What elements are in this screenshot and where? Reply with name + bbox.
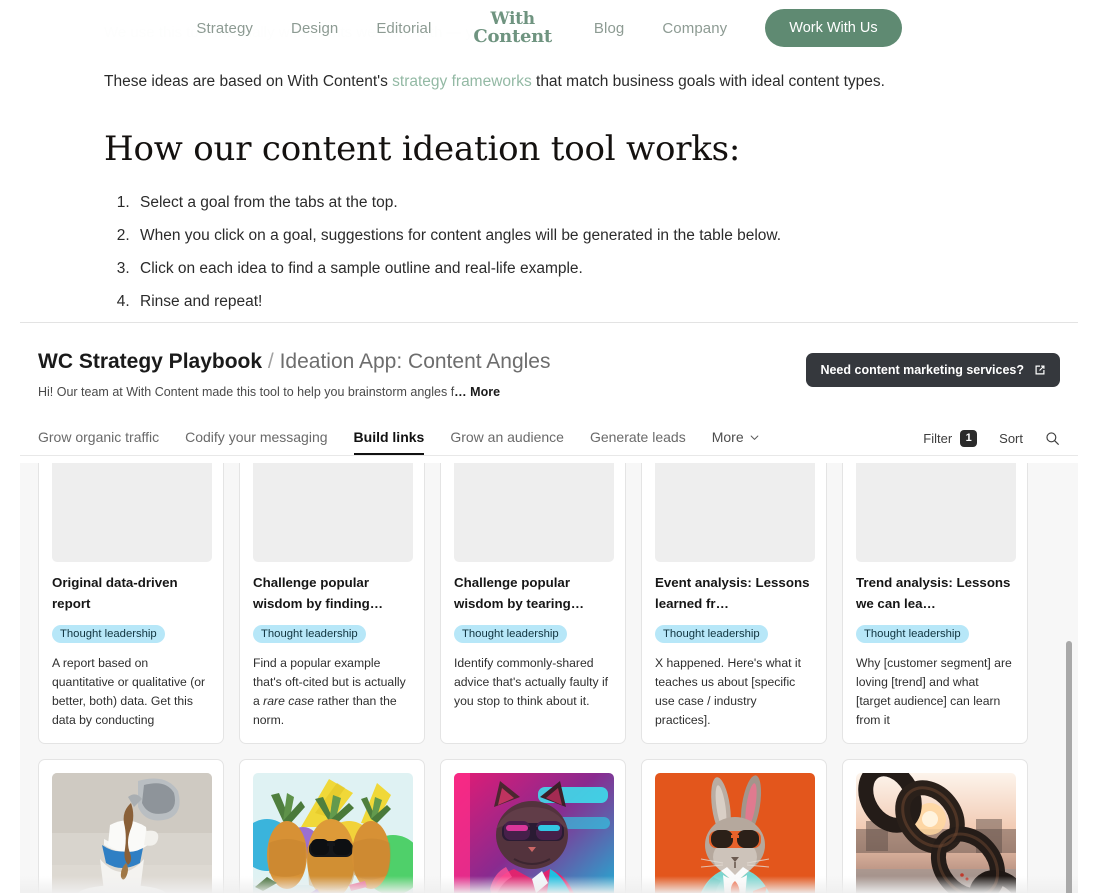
card-tags: Thought leadership	[52, 625, 210, 644]
nav-link-editorial[interactable]: Editorial	[376, 20, 431, 37]
card-thumbnail	[253, 463, 413, 562]
app-subtitle-ellipsis: …	[454, 385, 467, 400]
section-heading: How our content ideation tool works:	[104, 129, 741, 170]
card-tags: Thought leadership	[655, 625, 813, 644]
tag-thought-leadership[interactable]: Thought leadership	[52, 625, 165, 644]
card-grid: Original data-driven report Thought lead…	[38, 463, 1028, 893]
nav-link-strategy[interactable]: Strategy	[196, 20, 253, 37]
card-title: Trend analysis: Lessons we can lea…	[856, 575, 1011, 611]
tag-thought-leadership[interactable]: Thought leadership	[253, 625, 366, 644]
card-thumbnail-rabbit-in-teal-suit-on-orange	[655, 772, 815, 893]
subtitle-more-button[interactable]: More	[470, 385, 500, 399]
nav-link-blog[interactable]: Blog	[594, 20, 624, 37]
tab-codify-your-messaging[interactable]: Codify your messaging	[185, 421, 327, 455]
list-item: When you click on a goal, suggestions fo…	[134, 224, 1060, 248]
list-item: Click on each idea to find a sample outl…	[134, 257, 1060, 281]
card-desc-a: Identify commonly-shared advice that's a…	[454, 656, 609, 709]
card-thumbnail-rusty-chain-links-at-sunset	[856, 772, 1016, 893]
tag-thought-leadership[interactable]: Thought leadership	[856, 625, 969, 644]
list-item: Rinse and repeat!	[134, 290, 1060, 314]
filter-label: Filter	[923, 430, 953, 446]
app-subtitle-text: Hi! Our team at With Content made this t…	[38, 385, 455, 400]
ideation-app-embed: WC Strategy Playbook / Ideation App: Con…	[20, 322, 1078, 893]
card-desc-italic: rare case	[263, 694, 314, 709]
chevron-down-icon	[750, 435, 758, 440]
card-description: A report based on quantitative or qualit…	[52, 654, 210, 730]
card-thumbnail	[655, 463, 815, 562]
idea-card[interactable]: Original data-driven report Thought lead…	[38, 463, 224, 744]
gallery-vertical-scrollbar[interactable]	[1066, 641, 1072, 893]
app-header: WC Strategy Playbook / Ideation App: Con…	[20, 323, 1078, 402]
idea-card-gallery[interactable]: Original data-driven report Thought lead…	[20, 463, 1078, 893]
card-desc-a: A report based on quantitative or qualit…	[52, 656, 206, 727]
external-link-icon	[1035, 365, 1045, 375]
work-with-us-button[interactable]: Work With Us	[765, 9, 902, 47]
list-item: Select a goal from the tabs at the top.	[134, 191, 1060, 215]
sort-button[interactable]: Sort	[999, 431, 1023, 446]
tab-more[interactable]: More	[712, 421, 759, 455]
idea-card[interactable]: Opinion: How X will [predicted effect] T…	[440, 758, 626, 893]
idea-card[interactable]: How-to according to experts SEO Thought …	[641, 758, 827, 893]
lede-text-after: that match business goals with ideal con…	[531, 73, 885, 90]
nav-link-design[interactable]: Design	[291, 20, 338, 37]
filter-button[interactable]: Filter 1	[923, 429, 978, 447]
card-thumbnail	[856, 463, 1016, 562]
card-desc-a: X happened. Here's what it teaches us ab…	[655, 656, 801, 727]
need-content-marketing-services-button[interactable]: Need content marketing services?	[806, 353, 1060, 387]
tab-generate-leads[interactable]: Generate leads	[590, 421, 686, 455]
page-root: We use this tool internally with clients…	[0, 0, 1098, 893]
card-title: Challenge popular wisdom by tearing…	[454, 575, 585, 611]
card-thumbnail	[454, 463, 614, 562]
card-description: Identify commonly-shared advice that's a…	[454, 654, 612, 711]
filter-count-badge: 1	[960, 429, 978, 447]
card-thumbnail-neon-cat-wearing-sunglasses	[454, 772, 614, 893]
card-description: Find a popular example that's oft-cited …	[253, 654, 411, 730]
breadcrumb-current-page: Ideation App: Content Angles	[279, 350, 551, 373]
search-icon[interactable]	[1045, 431, 1060, 446]
site-navigation-bar: Strategy Design Editorial With Content B…	[0, 0, 1098, 56]
card-thumbnail-pineapples-with-party-hats-and-sunglasses	[253, 772, 413, 893]
nav-link-company[interactable]: Company	[662, 20, 727, 37]
tag-thought-leadership[interactable]: Thought leadership	[655, 625, 768, 644]
card-description: Why [customer segment] are loving [trend…	[856, 654, 1014, 730]
article-lede: These ideas are based on With Content's …	[104, 70, 1060, 93]
with-content-logo[interactable]: With Content	[469, 11, 556, 47]
card-desc-a: Why [customer segment] are loving [trend…	[856, 656, 1012, 727]
card-tags: Thought leadership	[253, 625, 411, 644]
card-tags: Thought leadership	[856, 625, 1014, 644]
card-thumbnail	[52, 463, 212, 562]
how-it-works-list: Select a goal from the tabs at the top. …	[134, 191, 1060, 314]
app-toolbar: Filter 1 Sort	[923, 421, 1060, 455]
idea-card[interactable]: Success analysis: Lessons we can lea… Th…	[239, 758, 425, 893]
goal-tabs: Grow organic traffic Codify your messagi…	[38, 421, 759, 456]
card-title: Original data-driven report	[52, 575, 178, 611]
card-tags: Thought leadership	[454, 625, 612, 644]
breadcrumb-playbook[interactable]: WC Strategy Playbook	[38, 350, 262, 373]
card-description: X happened. Here's what it teaches us ab…	[655, 654, 813, 730]
card-title: Event analysis: Lessons learned fr…	[655, 575, 810, 611]
card-thumbnail-coffee-spilling-into-broken-cup	[52, 772, 212, 893]
idea-card[interactable]: How-to despite [constraint] SEO Thought …	[842, 758, 1028, 893]
idea-card[interactable]: Challenge popular wisdom by finding… Tho…	[239, 463, 425, 744]
card-title: Challenge popular wisdom by finding…	[253, 575, 384, 611]
tab-build-links[interactable]: Build links	[353, 421, 425, 456]
app-tab-bar: Grow organic traffic Codify your messagi…	[20, 422, 1078, 456]
tab-grow-an-audience[interactable]: Grow an audience	[450, 421, 564, 455]
tab-more-label: More	[711, 429, 744, 446]
need-button-label: Need content marketing services?	[820, 363, 1024, 377]
tag-thought-leadership[interactable]: Thought leadership	[454, 625, 567, 644]
sort-label: Sort	[999, 430, 1023, 446]
breadcrumb-separator: /	[267, 350, 274, 373]
logo-line-two: Content	[473, 25, 552, 47]
idea-card[interactable]: Event analysis: Lessons learned fr… Thou…	[641, 463, 827, 744]
lede-text-before: These ideas are based on With Content's	[104, 73, 393, 90]
tab-grow-organic-traffic[interactable]: Grow organic traffic	[38, 421, 159, 455]
article-body: These ideas are based on With Content's …	[0, 56, 1060, 323]
idea-card[interactable]: Challenge popular wisdom by tearing… Tho…	[440, 463, 626, 744]
idea-card[interactable]: Mistake analysis: Lessons we can lea… Th…	[38, 758, 224, 893]
idea-card[interactable]: Trend analysis: Lessons we can lea… Thou…	[842, 463, 1028, 744]
strategy-frameworks-link[interactable]: strategy frameworks	[392, 73, 532, 90]
